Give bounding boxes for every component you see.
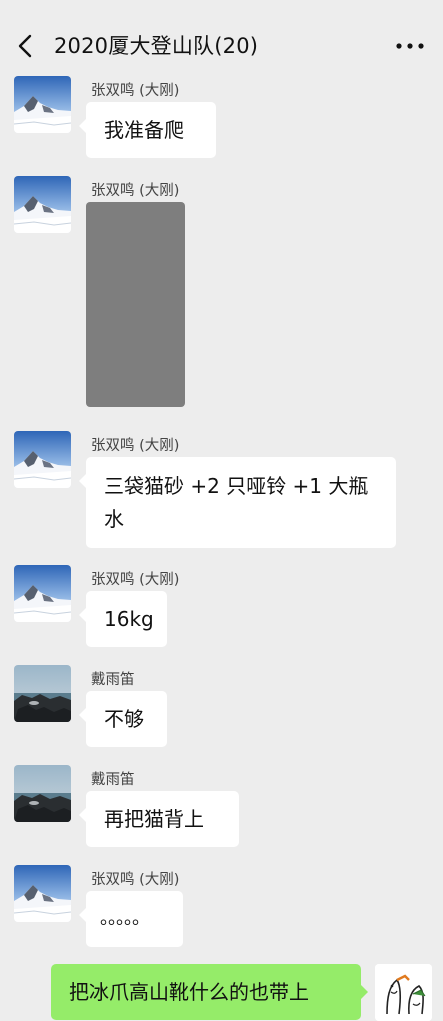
mountain-avatar[interactable] (14, 76, 71, 133)
sender-name: 张双鸣 (大刚) (91, 572, 180, 588)
message-bubble[interactable]: 我准备爬 (79, 102, 216, 158)
message-text: 16kg (104, 607, 154, 631)
message-bubble[interactable]: 再把猫背上 (79, 791, 239, 847)
mountain-avatar[interactable] (14, 176, 71, 233)
sender-name: 戴雨笛 (91, 672, 135, 688)
mountain-avatar[interactable] (14, 865, 71, 922)
message-bubble[interactable]: 16kg (79, 591, 167, 647)
seashore-avatar[interactable] (14, 665, 71, 722)
message-text: 把冰爪高山靴什么的也带上 (69, 980, 309, 1004)
sender-name: 张双鸣 (大刚) (91, 183, 180, 199)
sender-name: 戴雨笛 (91, 772, 135, 788)
sender-name: 张双鸣 (大刚) (91, 83, 180, 99)
sender-name: 张双鸣 (大刚) (91, 872, 180, 888)
seashore-avatar[interactable] (14, 765, 71, 822)
image-message[interactable] (86, 202, 185, 407)
sender-name: 张双鸣 (大刚) (91, 438, 180, 454)
message-text: 不够 (104, 707, 144, 731)
more-dots-icon[interactable] (394, 36, 426, 56)
chevron-left-icon[interactable] (14, 33, 36, 59)
mountain-avatar[interactable] (14, 565, 71, 622)
message-bubble[interactable]: 。。。。。 (79, 891, 183, 947)
sketch-avatar[interactable] (375, 964, 432, 1021)
self-message-bubble[interactable]: 把冰爪高山靴什么的也带上 (51, 964, 368, 1020)
message-bubble[interactable]: 三袋猫砂 +2 只哑铃 +1 大瓶 水 (79, 457, 396, 548)
message-bubble[interactable]: 不够 (79, 691, 167, 747)
chat-header: 2020厦大登山队(20) (0, 0, 443, 78)
mountain-avatar[interactable] (14, 431, 71, 488)
message-text-line: 三袋猫砂 +2 只哑铃 +1 大瓶 (104, 474, 369, 498)
chat-title: 2020厦大登山队(20) (54, 34, 259, 58)
message-text: 我准备爬 (104, 118, 184, 142)
message-text: 。。。。。 (100, 908, 150, 929)
message-text-line: 水 (104, 507, 124, 531)
message-text: 再把猫背上 (104, 807, 204, 831)
